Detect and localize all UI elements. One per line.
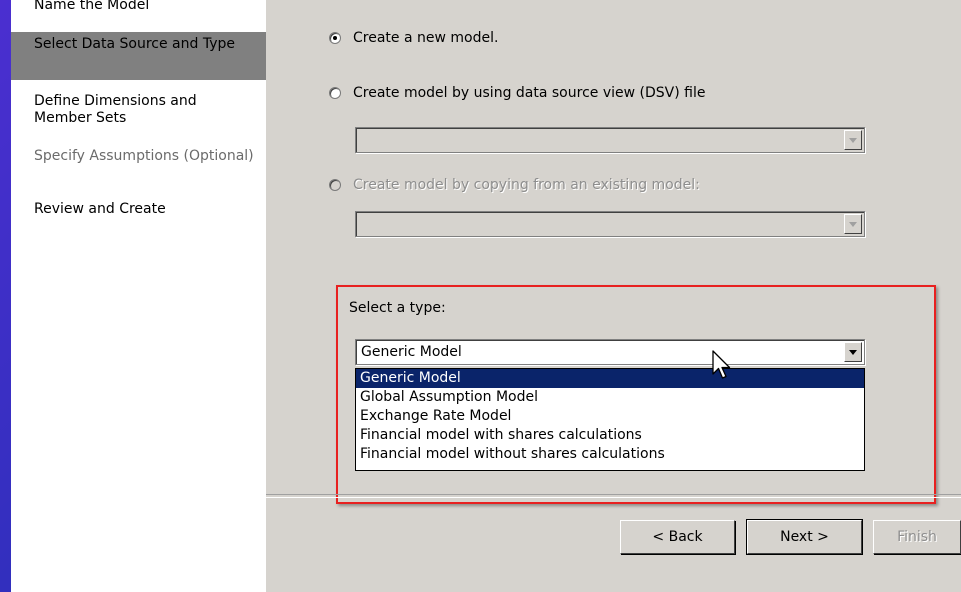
nav-item-label: Review and Create [34, 201, 166, 217]
option-create-new-model[interactable]: Create a new model. [329, 30, 498, 46]
finish-button: Finish [873, 520, 961, 554]
wizard-steps-pane: Name the Model Select Data Source and Ty… [11, 0, 266, 592]
next-button-label: Next > [780, 529, 829, 545]
nav-item-label: Name the Model [34, 0, 150, 13]
chevron-down-icon [844, 130, 862, 150]
dsv-file-combobox [355, 127, 865, 153]
model-type-combobox[interactable]: Generic Model [355, 339, 865, 365]
model-type-dropdown-list[interactable]: Generic Model Global Assumption Model Ex… [355, 368, 865, 471]
dropdown-option[interactable]: Generic Model [356, 369, 864, 388]
arrow-pointer-icon [712, 350, 731, 379]
radio-button[interactable] [329, 87, 341, 99]
finish-button-label: Finish [897, 529, 937, 545]
back-button-label: < Back [652, 529, 703, 545]
radio-button-checked[interactable] [329, 32, 341, 44]
dropdown-option[interactable]: Global Assumption Model [356, 388, 864, 407]
nav-item-define-dimensions[interactable]: Define Dimensions and Member Sets [11, 93, 266, 127]
dropdown-option[interactable]: Financial model with shares calculations [356, 426, 864, 445]
nav-item-select-data-source[interactable]: Select Data Source and Type [11, 32, 266, 80]
existing-model-combobox [355, 211, 865, 237]
nav-item-label: Specify Assumptions (Optional) [34, 148, 254, 164]
dropdown-option[interactable]: Exchange Rate Model [356, 407, 864, 426]
back-button[interactable]: < Back [620, 520, 735, 554]
selected-type-value: Generic Model [361, 344, 462, 360]
select-type-label: Select a type: [349, 300, 446, 316]
option-label: Create model by copying from an existing… [353, 177, 700, 193]
chevron-down-icon[interactable] [844, 342, 862, 362]
next-button[interactable]: Next > [746, 519, 863, 555]
button-bar-separator [266, 494, 961, 498]
nav-item-label: Select Data Source and Type [34, 36, 235, 52]
nav-item-name-model[interactable]: Name the Model [11, 0, 266, 14]
nav-item-review-create[interactable]: Review and Create [11, 201, 266, 218]
nav-item-specify-assumptions: Specify Assumptions (Optional) [11, 148, 266, 165]
option-create-from-dsv[interactable]: Create model by using data source view (… [329, 85, 705, 101]
radio-button-disabled [329, 179, 341, 191]
option-copy-existing-model: Create model by copying from an existing… [329, 177, 700, 193]
dropdown-option[interactable]: Financial model without shares calculati… [356, 445, 864, 464]
option-label: Create model by using data source view (… [353, 85, 706, 101]
nav-item-label: Define Dimensions and Member Sets [34, 93, 197, 126]
option-label: Create a new model. [353, 30, 499, 46]
chevron-down-icon [844, 214, 862, 234]
